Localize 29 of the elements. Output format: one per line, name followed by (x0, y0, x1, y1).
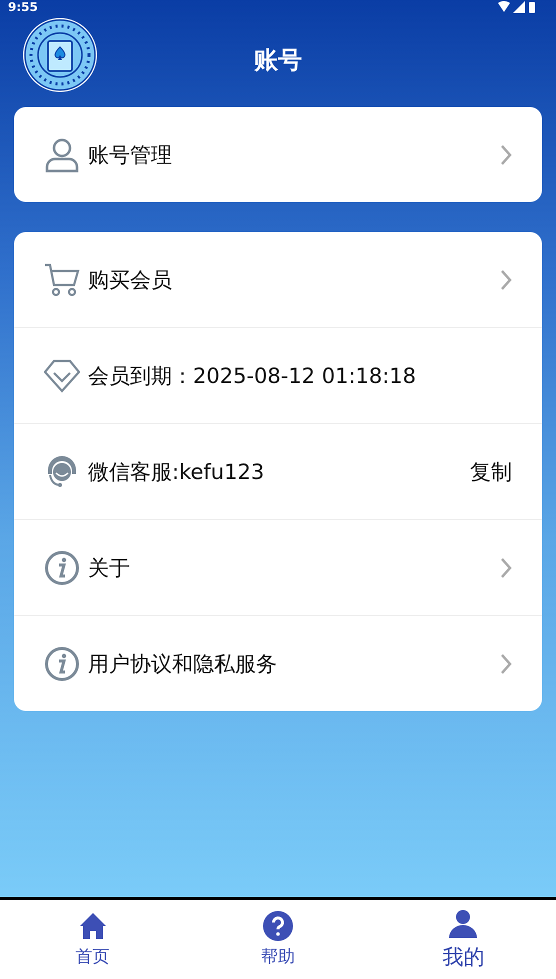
chevron-right-icon[interactable] (500, 556, 512, 578)
nav-tab[interactable]: 帮助 (185, 900, 371, 979)
tab-label: 帮助 (260, 946, 295, 968)
cart-icon (44, 262, 80, 296)
row-label[interactable]: 关于 (88, 554, 500, 582)
chevron-right-icon[interactable] (500, 268, 512, 290)
chevron-right-icon[interactable] (500, 652, 512, 674)
chevron-right-icon[interactable] (500, 144, 512, 166)
user-icon (44, 136, 80, 172)
status-icons (498, 1, 538, 13)
row-label[interactable]: 微信客服:kefu123 (88, 458, 470, 486)
home-icon (78, 911, 108, 941)
row-label[interactable]: 购买会员 (88, 266, 500, 294)
logo-icon (22, 17, 98, 93)
info-icon (44, 550, 80, 586)
page-title: 账号 (254, 45, 302, 76)
row-label[interactable]: 账号管理 (88, 140, 500, 168)
row-label[interactable]: 会员到期：2025-08-12 01:18:18 (88, 362, 512, 390)
person-icon (448, 908, 478, 938)
diamond-icon (44, 358, 80, 392)
tab-label: 首页 (76, 946, 110, 968)
help-icon (262, 911, 293, 941)
info-icon (44, 646, 80, 682)
row-label[interactable]: 用户协议和隐私服务 (88, 650, 500, 678)
nav-tab[interactable]: 首页 (0, 900, 186, 979)
nav-tab[interactable]: 我的 (370, 900, 556, 979)
tab-label: 我的 (442, 944, 484, 970)
copy-button[interactable]: 复制 (470, 458, 512, 486)
status-time: 9:55 (8, 0, 38, 14)
